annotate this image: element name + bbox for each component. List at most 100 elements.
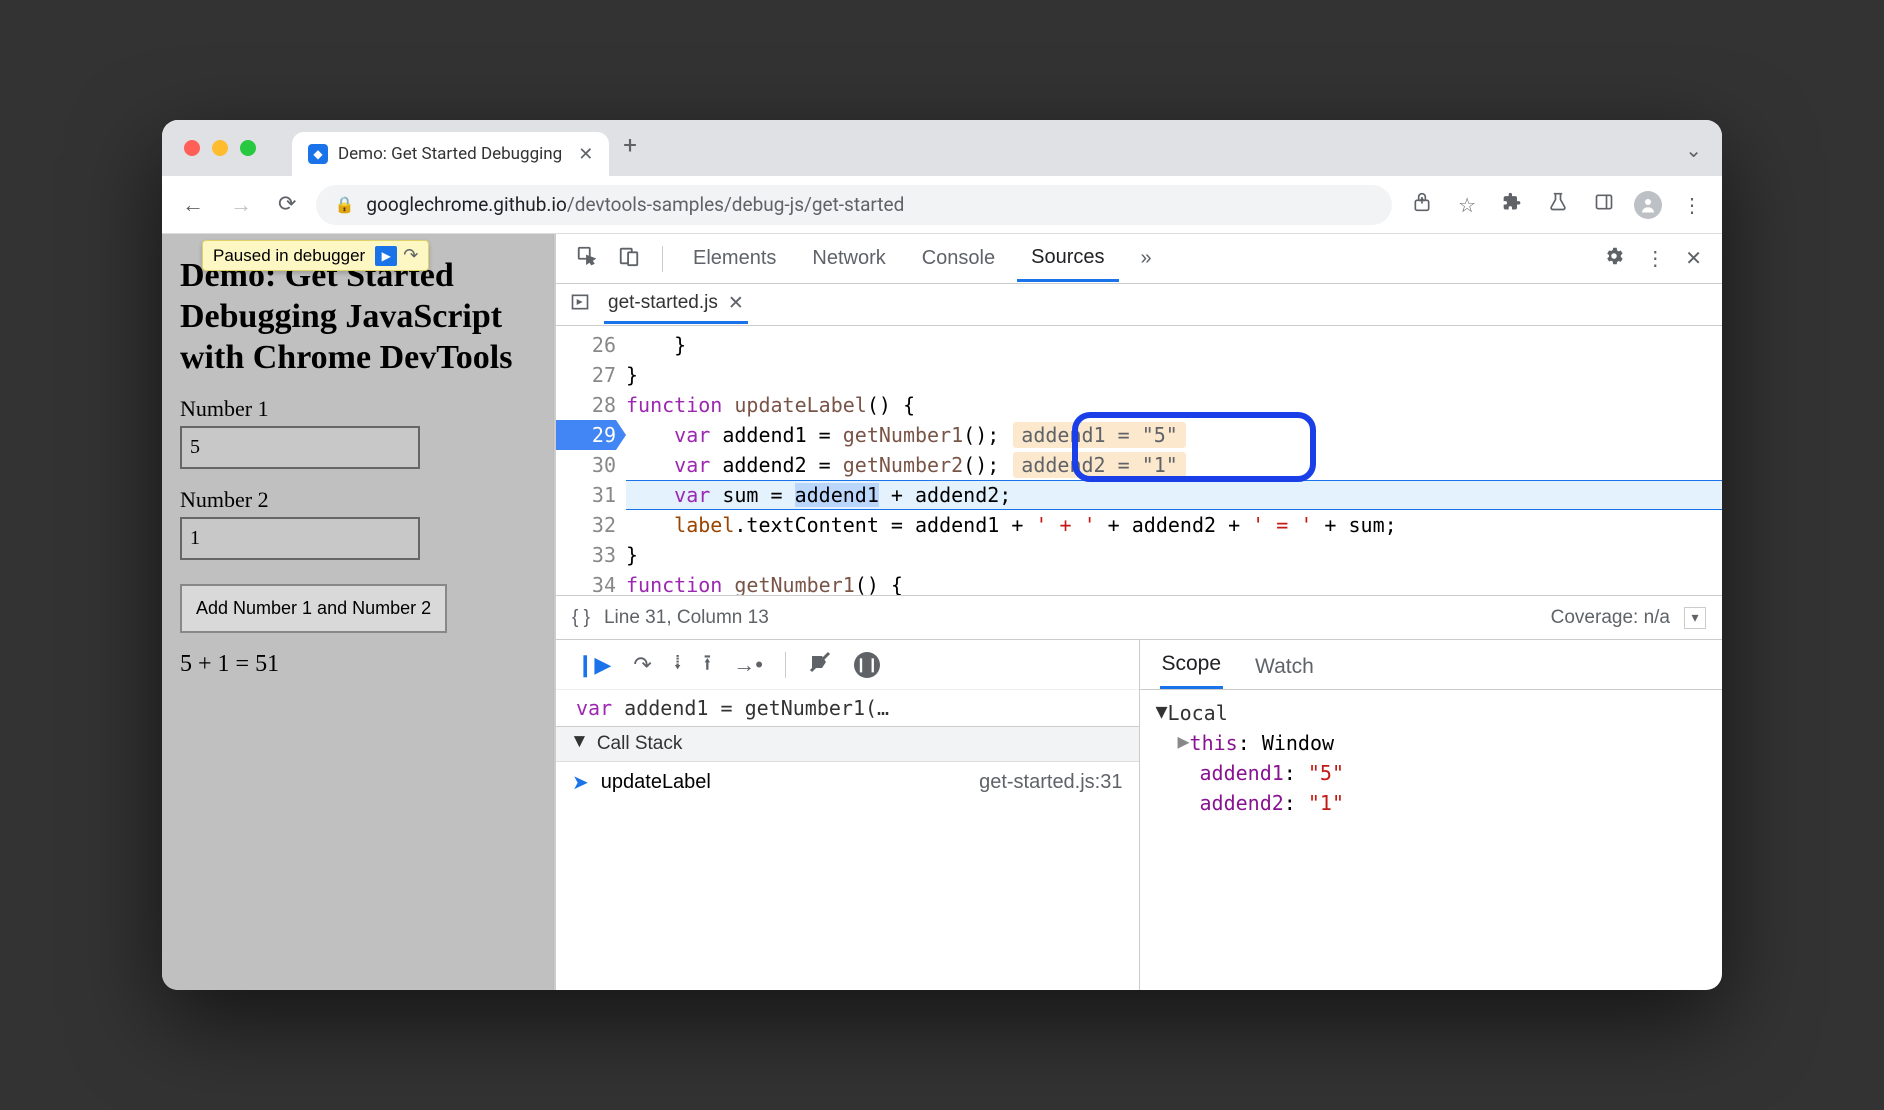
scope-pane: Scope Watch ▼Local ▶this: Window addend1… [1140,640,1723,990]
step-icon[interactable]: →• [733,652,763,678]
number1-input[interactable] [180,426,420,469]
scope-row[interactable]: addend1: "5" [1156,758,1707,788]
new-tab-button[interactable]: + [623,131,637,165]
browser-window: ◆ Demo: Get Started Debugging ✕ + ⌄ ← → … [162,120,1722,990]
chrome-menu-icon[interactable]: ⋮ [1676,187,1708,223]
tab-scope[interactable]: Scope [1160,642,1224,689]
page-title: Demo: Get Started Debugging JavaScript w… [180,256,535,378]
tab-favicon: ◆ [308,144,328,164]
tab-more[interactable]: » [1127,237,1166,280]
back-button[interactable]: ← [176,186,210,224]
tab-strip: ◆ Demo: Get Started Debugging ✕ + ⌄ [162,120,1722,176]
step-over-icon[interactable]: ↷ [633,652,651,678]
callstack-header[interactable]: ▼Call Stack [556,727,1139,762]
browser-tab[interactable]: ◆ Demo: Get Started Debugging ✕ [292,132,609,176]
number2-input[interactable] [180,517,420,560]
minimize-window-button[interactable] [212,140,228,156]
labs-icon[interactable] [1542,186,1574,223]
file-tab[interactable]: get-started.js ✕ [604,286,748,324]
resume-button[interactable]: ▶ [375,246,397,266]
code-line: var addend1 = getNumber1();addend1 = "5" [626,420,1722,450]
callstack-frame[interactable]: ➤ updateLabel get-started.js:31 [556,762,1139,803]
debugger-lower-pane: ❙▶ ↷ ⭭ ⭱ →• ❙❙ var addend1 = getNumber1(… [556,640,1722,990]
number2-label: Number 2 [180,487,535,513]
inspect-element-icon[interactable] [570,239,604,279]
step-over-button[interactable]: ↷ [403,245,418,266]
close-devtools-icon[interactable]: ✕ [1679,240,1708,277]
address-bar[interactable]: 🔒 googlechrome.github.io/devtools-sample… [316,185,1392,225]
navigator-toggle-icon[interactable] [570,292,590,318]
tabs-dropdown-icon[interactable]: ⌄ [1685,138,1702,162]
breakpoint-marker[interactable]: 29 [556,420,616,450]
side-panel-icon[interactable] [1588,186,1620,223]
code-body[interactable]: } } function updateLabel() { var addend1… [626,326,1722,595]
rendered-page: Paused in debugger ▶ ↷ Demo: Get Started… [162,234,554,990]
devtools-menu-icon[interactable]: ⋮ [1639,240,1671,277]
reload-button[interactable]: ⟳ [272,186,302,223]
lock-icon: 🔒 [334,195,354,214]
url-path: /devtools-samples/debug-js/get-started [567,193,904,216]
scope-local-header[interactable]: ▼Local [1156,698,1707,728]
url-host: googlechrome.github.io [366,193,567,216]
code-line: var addend2 = getNumber2();addend2 = "1" [626,450,1722,480]
add-button[interactable]: Add Number 1 and Number 2 [180,584,447,633]
step-out-icon[interactable]: ⭱ [704,646,712,684]
debugger-toolbar: ❙▶ ↷ ⭭ ⭱ →• ❙❙ [556,640,1139,690]
code-line: } [626,540,1722,570]
share-icon[interactable] [1406,186,1438,223]
close-file-icon[interactable]: ✕ [728,292,744,315]
close-window-button[interactable] [184,140,200,156]
frame-function: updateLabel [601,771,711,794]
extensions-icon[interactable] [1496,186,1528,223]
result-text: 5 + 1 = 51 [180,651,535,678]
scope-row[interactable]: addend2: "1" [1156,788,1707,818]
scope-tab-bar: Scope Watch [1140,640,1723,690]
device-toolbar-icon[interactable] [612,239,646,279]
paused-label: Paused in debugger [213,246,365,266]
profile-avatar[interactable] [1634,191,1662,219]
coverage-toggle-icon[interactable]: ▾ [1684,607,1706,629]
pretty-print-icon[interactable]: { } [572,607,590,629]
inline-value: addend1 = "5" [1013,422,1186,448]
tab-title: Demo: Get Started Debugging [338,144,562,164]
code-line: } [626,360,1722,390]
forward-button[interactable]: → [224,186,258,224]
tab-sources[interactable]: Sources [1017,236,1118,282]
execution-line: var sum = addend1 + addend2; [626,480,1722,510]
devtools-panel: Elements Network Console Sources » ⋮ ✕ g… [554,234,1722,990]
frame-location: get-started.js:31 [979,771,1122,794]
deactivate-breakpoints-icon[interactable] [808,650,832,680]
browser-toolbar: ← → ⟳ 🔒 googlechrome.github.io/devtools-… [162,176,1722,234]
paused-in-debugger-pill: Paused in debugger ▶ ↷ [202,240,429,271]
window-controls [184,140,256,156]
bookmark-star-icon[interactable]: ☆ [1452,187,1482,223]
content-area: Paused in debugger ▶ ↷ Demo: Get Started… [162,234,1722,990]
devtools-tab-bar: Elements Network Console Sources » ⋮ ✕ [556,234,1722,284]
current-frame-icon: ➤ [572,770,589,795]
resume-icon[interactable]: ❙▶ [576,652,611,678]
settings-gear-icon[interactable] [1597,239,1631,279]
line-gutter[interactable]: 262728 29 3031323334 [556,326,626,595]
tab-network[interactable]: Network [798,237,899,280]
cursor-position: Line 31, Column 13 [604,607,769,629]
scope-body: ▼Local ▶this: Window addend1: "5" addend… [1140,690,1723,826]
number1-label: Number 1 [180,396,535,422]
scope-row[interactable]: ▶this: Window [1156,728,1707,758]
code-editor[interactable]: 262728 29 3031323334 } } function update… [556,326,1722,596]
file-tab-name: get-started.js [608,292,718,314]
coverage-label: Coverage: n/a [1551,607,1670,629]
step-into-icon[interactable]: ⭭ [674,646,682,684]
close-tab-icon[interactable]: ✕ [578,144,593,165]
maximize-window-button[interactable] [240,140,256,156]
code-line: function getNumber1() { [626,570,1722,596]
code-line: label.textContent = addend1 + ' + ' + ad… [626,510,1722,540]
source-snippet: var addend1 = getNumber1(… [556,690,1139,727]
tab-elements[interactable]: Elements [679,237,790,280]
pause-on-exceptions-icon[interactable]: ❙❙ [854,652,880,678]
tab-watch[interactable]: Watch [1253,645,1316,689]
inline-value: addend2 = "1" [1013,452,1186,478]
tab-console[interactable]: Console [908,237,1009,280]
callstack-pane: ❙▶ ↷ ⭭ ⭱ →• ❙❙ var addend1 = getNumber1(… [556,640,1140,990]
code-line: } [626,330,1722,360]
code-line: function updateLabel() { [626,390,1722,420]
